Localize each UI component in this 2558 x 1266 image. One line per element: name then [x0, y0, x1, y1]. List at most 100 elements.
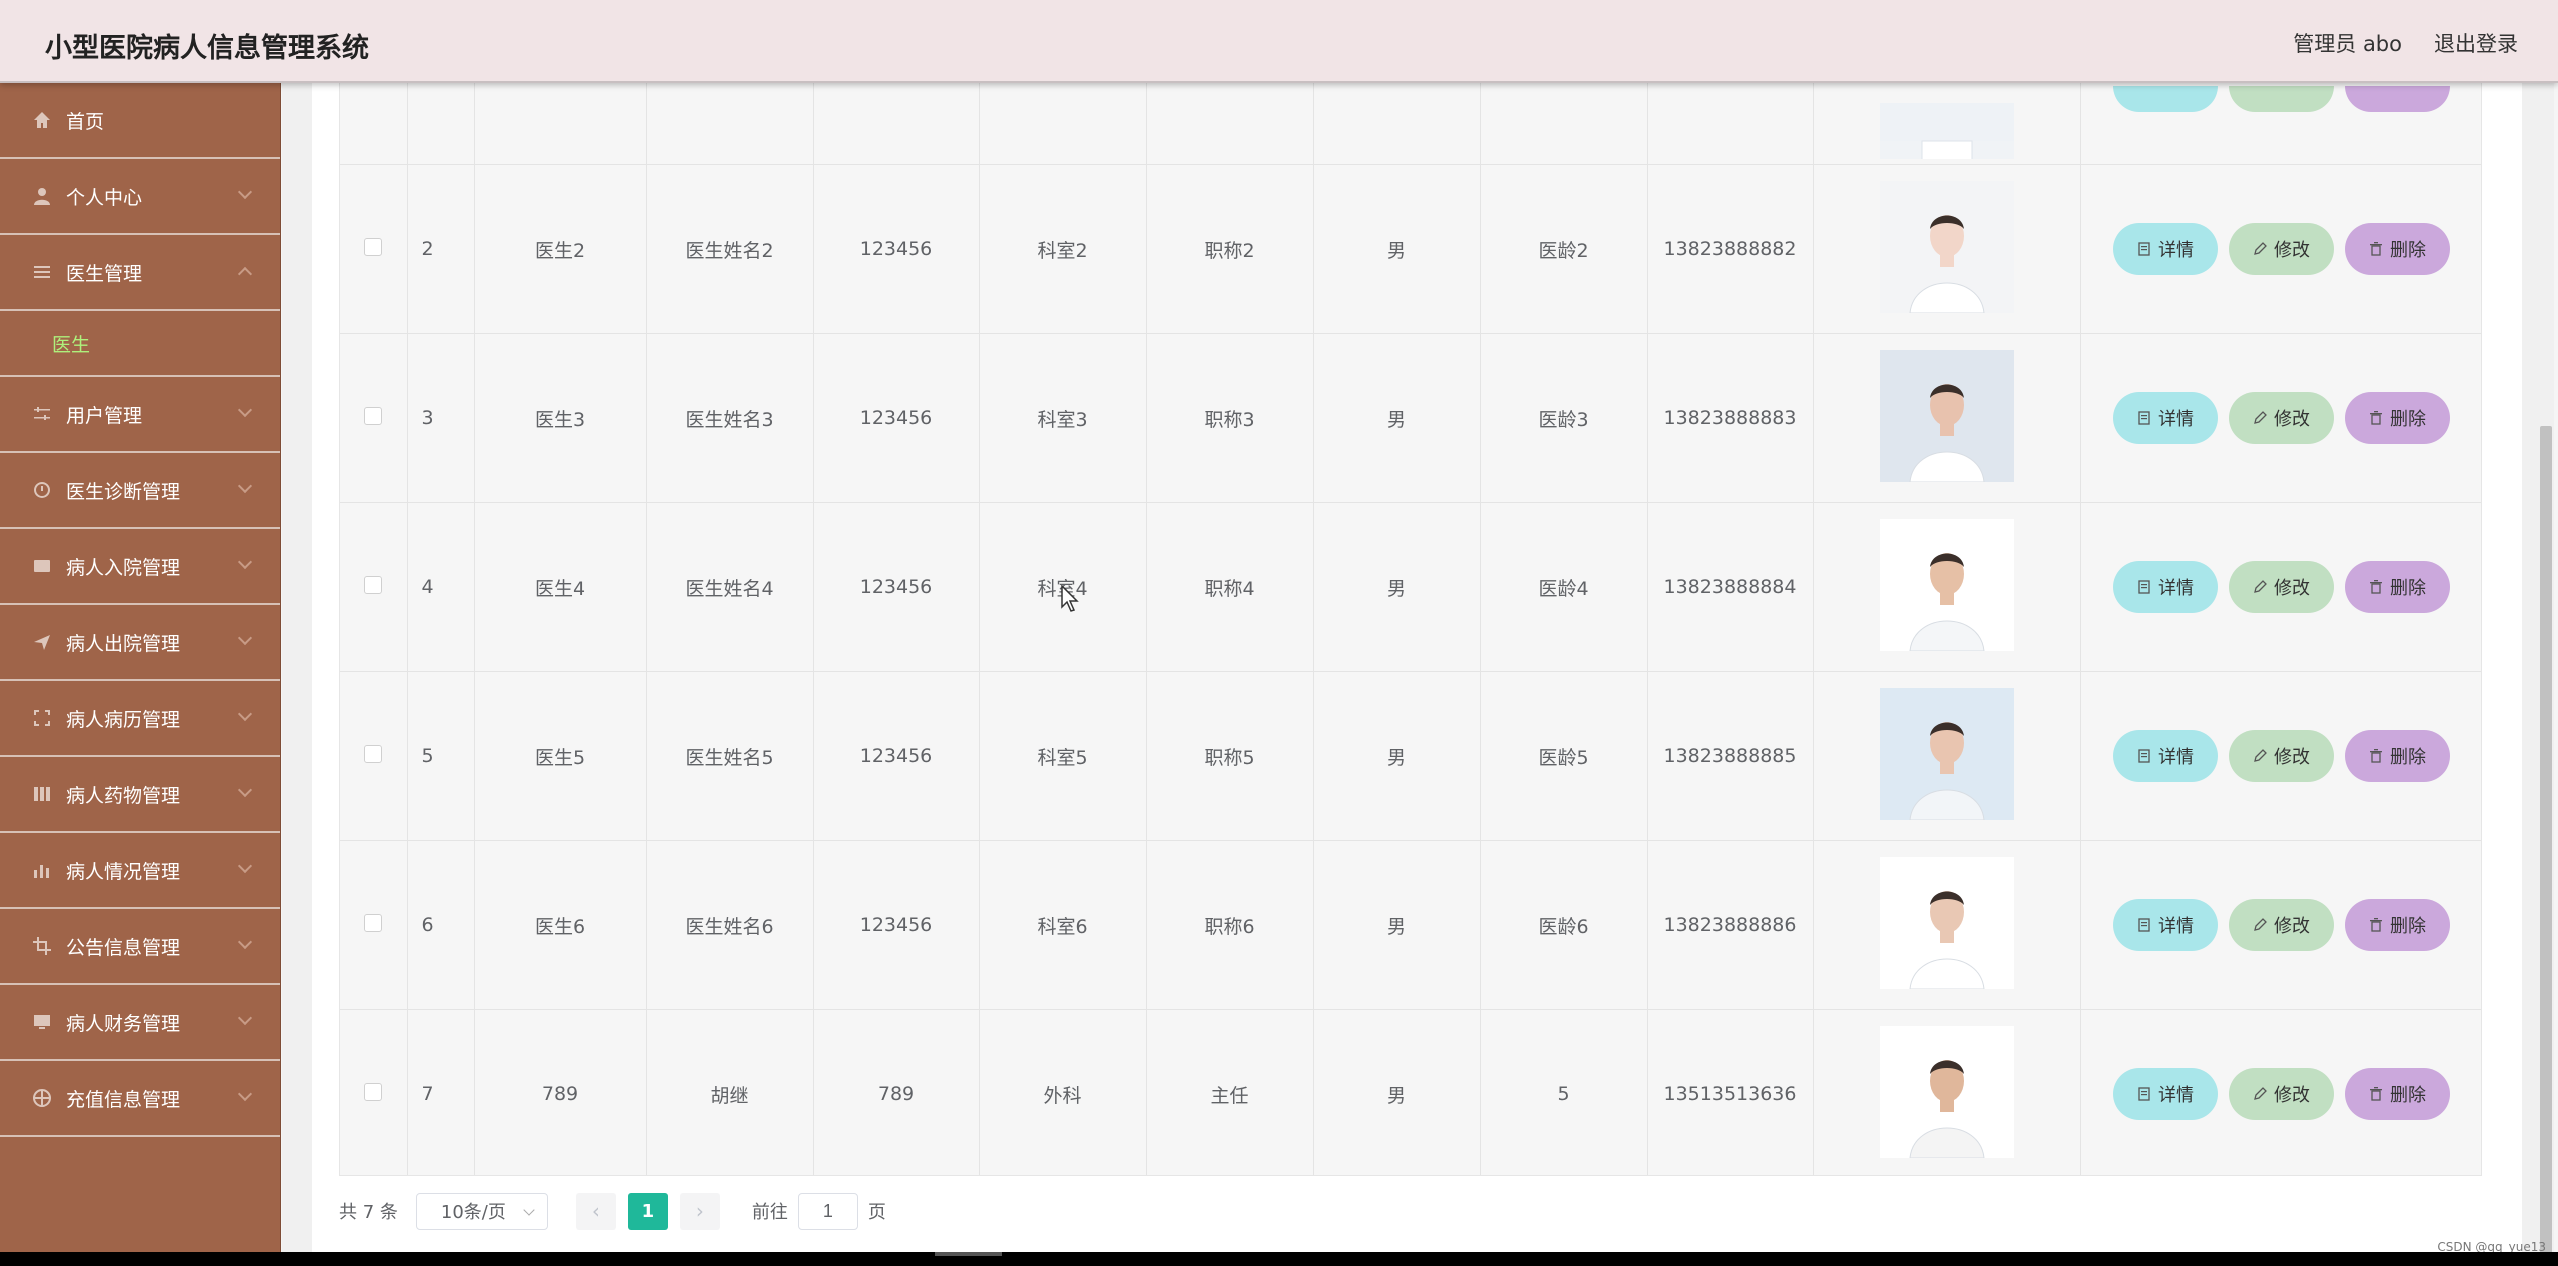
pencil-icon: [2254, 1087, 2267, 1100]
sidebar-item-profile[interactable]: 个人中心: [0, 159, 280, 235]
sidebar-item-announcements[interactable]: 公告信息管理: [0, 909, 280, 985]
row-actions: 详情 修改 删除: [2080, 164, 2481, 334]
detail-button[interactable]: 详情: [2112, 392, 2218, 444]
delete-label: 删除: [2390, 1085, 2426, 1106]
sidebar-item-recharge[interactable]: 充值信息管理: [0, 1061, 280, 1137]
doctor-name: 胡继: [646, 1009, 814, 1175]
detail-button[interactable]: [2112, 85, 2218, 112]
doctor-gender: 男: [1313, 671, 1481, 841]
edit-button[interactable]: [2228, 85, 2334, 112]
sidebar-item-medication[interactable]: 病人药物管理: [0, 757, 280, 833]
delete-button[interactable]: 删除: [2344, 899, 2450, 951]
detail-button[interactable]: 详情: [2112, 1068, 2218, 1120]
current-user: 管理员 abo: [2293, 32, 2402, 56]
delete-button[interactable]: 删除: [2344, 1068, 2450, 1120]
trash-icon: [2370, 749, 2382, 763]
doctor-photo: [1879, 518, 2014, 651]
edit-button[interactable]: 修改: [2228, 730, 2334, 782]
sidebar-item-medical-records[interactable]: 病人病历管理: [0, 681, 280, 757]
sidebar-item-admission[interactable]: 病人入院管理: [0, 529, 280, 605]
doctor-years: 医龄6: [1480, 840, 1648, 1010]
table-row-partial: [340, 83, 2481, 165]
delete-label: 删除: [2390, 578, 2426, 599]
card-icon: [32, 556, 52, 576]
edit-label: 修改: [2274, 1085, 2310, 1106]
detail-button[interactable]: 详情: [2112, 730, 2218, 782]
trash-icon: [2370, 242, 2382, 256]
doctor-password: 123456: [813, 333, 980, 503]
doctor-photo-cell: [1813, 164, 2081, 334]
row-index: 2: [407, 164, 475, 334]
detail-button[interactable]: 详情: [2112, 561, 2218, 613]
row-checkbox-cell: [340, 333, 408, 503]
doctor-years: 5: [1480, 1009, 1648, 1175]
prev-page-button[interactable]: ‹: [575, 1192, 616, 1230]
list-icon: [32, 262, 52, 282]
delete-button[interactable]: [2344, 85, 2450, 112]
chevron-down-icon: [237, 554, 253, 570]
row-checkbox[interactable]: [364, 913, 383, 932]
delete-label: 删除: [2390, 747, 2426, 768]
edit-button[interactable]: 修改: [2228, 392, 2334, 444]
trash-icon: [2370, 1087, 2382, 1101]
row-checkbox[interactable]: [364, 744, 383, 763]
pencil-icon: [2254, 580, 2267, 593]
next-page-button[interactable]: ›: [679, 1192, 720, 1230]
detail-button[interactable]: 详情: [2112, 223, 2218, 275]
sidebar-item-home[interactable]: 首页: [0, 83, 280, 159]
doctor-phone: 13823888885: [1647, 671, 1814, 841]
trash-icon: [2370, 411, 2382, 425]
logout-link[interactable]: 退出登录: [2434, 28, 2518, 58]
doctor-photo: [1879, 180, 2014, 313]
row-checkbox-cell: [340, 840, 408, 1010]
row-checkbox[interactable]: [364, 1082, 383, 1101]
delete-button[interactable]: 删除: [2344, 561, 2450, 613]
sidebar-item-discharge[interactable]: 病人出院管理: [0, 605, 280, 681]
doctor-photo: [1879, 103, 2014, 159]
chart-icon: [32, 860, 52, 880]
row-checkbox[interactable]: [364, 406, 383, 425]
sidebar-item-user-management[interactable]: 用户管理: [0, 377, 280, 453]
page-number-1[interactable]: 1: [627, 1192, 668, 1230]
gauge-icon: [32, 480, 52, 500]
total-count: 共 7 条: [339, 1202, 398, 1223]
crop-icon: [32, 936, 52, 956]
row-checkbox[interactable]: [364, 237, 383, 256]
doctor-account: 医生4: [474, 502, 647, 672]
sidebar-item-diagnosis[interactable]: 医生诊断管理: [0, 453, 280, 529]
doctor-table: 2 医生2 医生姓名2 123456 科室2 职称2 男医龄2 13823888882 详情 修改…: [339, 83, 2482, 1176]
goto-page-input[interactable]: [797, 1192, 858, 1230]
sidebar: 首页 个人中心 医生管理 医生 用户管理 医生诊断管理 病人入院管理 病人出院管…: [0, 83, 281, 1252]
doctor-photo: [1879, 349, 2014, 482]
home-icon: [32, 110, 52, 130]
globe-icon: [32, 1088, 52, 1108]
edit-button[interactable]: 修改: [2228, 223, 2334, 275]
sidebar-item-label: 病人财务管理: [66, 1012, 181, 1035]
delete-button[interactable]: 删除: [2344, 223, 2450, 275]
doctor-title: 职称6: [1146, 840, 1314, 1010]
delete-button[interactable]: 删除: [2344, 730, 2450, 782]
sidebar-subitem-doctor[interactable]: 医生: [0, 311, 280, 377]
edit-button[interactable]: 修改: [2228, 899, 2334, 951]
detail-label: 详情: [2158, 409, 2194, 430]
page-size-select[interactable]: 10条/页: [415, 1192, 548, 1230]
detail-label: 详情: [2158, 916, 2194, 937]
trash-icon: [2370, 580, 2382, 594]
sidebar-item-label: 医生管理: [66, 262, 143, 285]
pencil-icon: [2254, 242, 2267, 255]
goto-label: 前往: [751, 1202, 788, 1223]
user-icon: [32, 186, 52, 206]
detail-label: 详情: [2158, 240, 2194, 261]
sidebar-item-finance[interactable]: 病人财务管理: [0, 985, 280, 1061]
sidebar-item-condition[interactable]: 病人情况管理: [0, 833, 280, 909]
edit-button[interactable]: 修改: [2228, 1068, 2334, 1120]
chevron-up-icon: [237, 266, 253, 282]
delete-button[interactable]: 删除: [2344, 392, 2450, 444]
vertical-scrollbar[interactable]: [2540, 426, 2552, 1252]
row-checkbox[interactable]: [364, 575, 383, 594]
edit-button[interactable]: 修改: [2228, 561, 2334, 613]
detail-button[interactable]: 详情: [2112, 899, 2218, 951]
mouse-cursor-icon: [1061, 585, 1079, 612]
doctor-name: 医生姓名3: [646, 333, 814, 503]
sidebar-item-doctor-management[interactable]: 医生管理: [0, 235, 280, 311]
